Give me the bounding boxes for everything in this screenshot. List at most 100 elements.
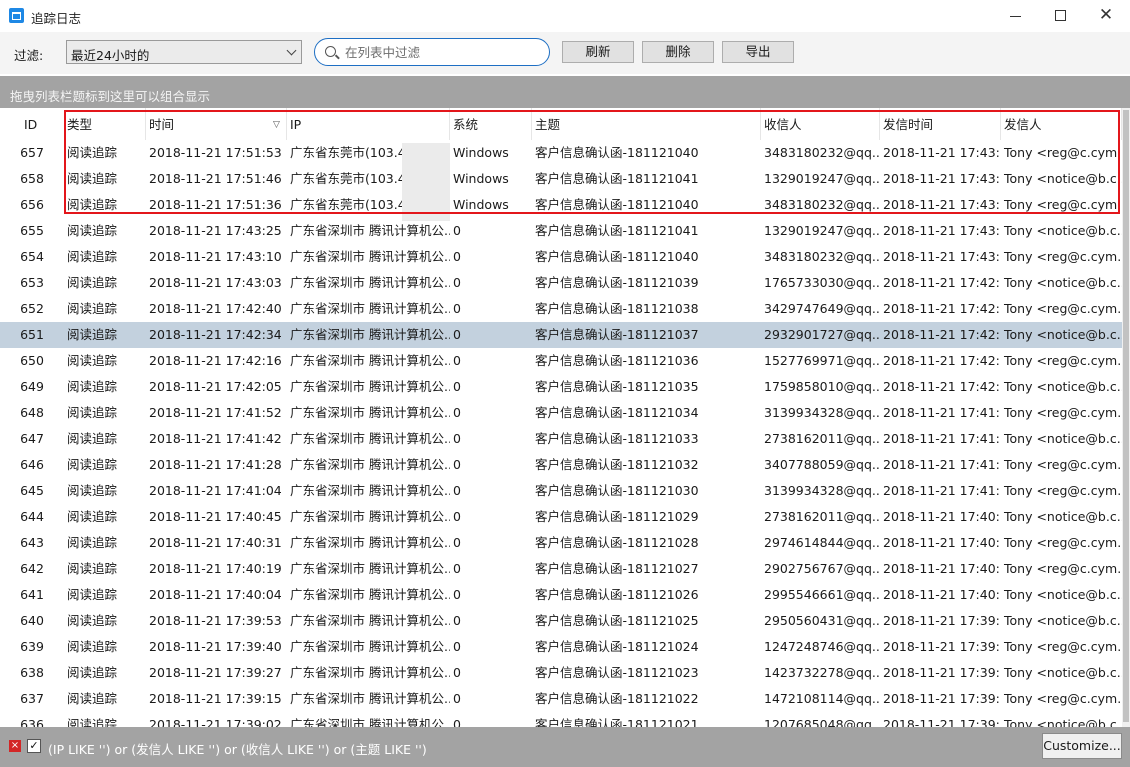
table-row[interactable]: 640 阅读追踪 2018-11-21 17:39:53 广东省深圳市 腾讯计算机公.… [0, 608, 1122, 634]
column-header-sender[interactable]: 发信人 [1001, 108, 1122, 140]
cell-system: 0 [453, 301, 461, 316]
cell-sender: Tony <notice@b.c... [1004, 613, 1122, 628]
table-row[interactable]: 641 阅读追踪 2018-11-21 17:40:04 广东省深圳市 腾讯计算机公.… [0, 582, 1122, 608]
cell-recipient: 2995546661@qq.... [764, 587, 880, 602]
table-row[interactable]: 650 阅读追踪 2018-11-21 17:42:16 广东省深圳市 腾讯计算机公.… [0, 348, 1122, 374]
cell-id: 658 [20, 171, 44, 186]
customize-button[interactable]: Customize... [1042, 733, 1122, 759]
cell-ip: 广东省深圳市 腾讯计算机公... [290, 639, 450, 654]
cell-ip: 广东省深圳市 腾讯计算机公... [290, 223, 450, 238]
cell-type: 阅读追踪 [67, 691, 118, 706]
cell-time: 2018-11-21 17:41:52 [149, 405, 282, 420]
table-row[interactable]: 639 阅读追踪 2018-11-21 17:39:40 广东省深圳市 腾讯计算机公.… [0, 634, 1122, 660]
table-row[interactable]: 651 阅读追踪 2018-11-21 17:42:34 广东省深圳市 腾讯计算机公.… [0, 322, 1122, 348]
cell-type: 阅读追踪 [67, 223, 118, 238]
table-row[interactable]: 648 阅读追踪 2018-11-21 17:41:52 广东省深圳市 腾讯计算机公.… [0, 400, 1122, 426]
cell-time: 2018-11-21 17:42:34 [149, 327, 282, 342]
cell-type: 阅读追踪 [67, 665, 118, 680]
column-header-send-time[interactable]: 发信时间 [880, 108, 1001, 140]
cell-time: 2018-11-21 17:40:04 [149, 587, 282, 602]
minimize-button[interactable] [993, 0, 1039, 32]
cell-type: 阅读追踪 [67, 379, 118, 394]
column-header-time[interactable]: 时间 ▽ [146, 108, 287, 140]
cell-subject: 客户信息确认函-181121037 [535, 327, 699, 342]
cell-system: 0 [453, 327, 461, 342]
filter-enabled-checkbox[interactable]: ✓ [27, 739, 41, 753]
cell-sender: Tony <reg@c.cym... [1004, 457, 1122, 472]
column-header-recipient[interactable]: 收信人 [761, 108, 880, 140]
table-row[interactable]: 637 阅读追踪 2018-11-21 17:39:15 广东省深圳市 腾讯计算机公.… [0, 686, 1122, 712]
table-row[interactable]: 658 阅读追踪 2018-11-21 17:51:46 广东省东莞市(103.45 W… [0, 166, 1122, 192]
column-header-subject[interactable]: 主题 [532, 108, 761, 140]
cell-subject: 客户信息确认函-181121030 [535, 483, 699, 498]
table-row[interactable]: 642 阅读追踪 2018-11-21 17:40:19 广东省深圳市 腾讯计算机公.… [0, 556, 1122, 582]
group-by-panel[interactable]: 拖曳列表栏题标到这里可以组合显示 [0, 76, 1130, 108]
cell-id: 640 [20, 613, 44, 628]
close-button[interactable]: ✕ [1083, 0, 1129, 32]
refresh-button[interactable]: 刷新 [562, 41, 634, 63]
table-row[interactable]: 643 阅读追踪 2018-11-21 17:40:31 广东省深圳市 腾讯计算机公.… [0, 530, 1122, 556]
cell-id: 651 [20, 327, 44, 342]
cell-sender: Tony <reg@c.cym... [1004, 249, 1122, 264]
table-row[interactable]: 652 阅读追踪 2018-11-21 17:42:40 广东省深圳市 腾讯计算机公.… [0, 296, 1122, 322]
column-header-system[interactable]: 系统 [450, 108, 532, 140]
vertical-scrollbar-thumb[interactable] [1123, 110, 1129, 722]
cell-system: 0 [453, 275, 461, 290]
cell-ip: 广东省深圳市 腾讯计算机公... [290, 613, 450, 628]
table-row[interactable]: 657 阅读追踪 2018-11-21 17:51:53 广东省东莞市(103.45 W… [0, 140, 1122, 166]
cell-system: 0 [453, 561, 461, 576]
export-button[interactable]: 导出 [722, 41, 794, 63]
table-row[interactable]: 638 阅读追踪 2018-11-21 17:39:27 广东省深圳市 腾讯计算机公.… [0, 660, 1122, 686]
cell-time: 2018-11-21 17:40:19 [149, 561, 282, 576]
cell-system: Windows [453, 145, 509, 160]
table-row[interactable]: 649 阅读追踪 2018-11-21 17:42:05 广东省深圳市 腾讯计算机公.… [0, 374, 1122, 400]
cell-recipient: 1207685048@qq.... [764, 717, 880, 727]
column-header-type[interactable]: 类型 [64, 108, 146, 140]
cell-subject: 客户信息确认函-181121040 [535, 145, 699, 160]
cell-type: 阅读追踪 [67, 613, 118, 628]
table-row[interactable]: 654 阅读追踪 2018-11-21 17:43:10 广东省深圳市 腾讯计算机公.… [0, 244, 1122, 270]
search-input[interactable] [345, 43, 541, 61]
cell-id: 657 [20, 145, 44, 160]
close-icon: ✕ [1098, 5, 1114, 25]
cell-send-time: 2018-11-21 17:40:... [883, 535, 1001, 550]
table-row[interactable]: 656 阅读追踪 2018-11-21 17:51:36 广东省东莞市(103.45 W… [0, 192, 1122, 218]
cell-id: 645 [20, 483, 44, 498]
cell-send-time: 2018-11-21 17:41:... [883, 431, 1001, 446]
cell-time: 2018-11-21 17:39:27 [149, 665, 282, 680]
column-header-ip[interactable]: IP [287, 108, 450, 140]
cell-id: 654 [20, 249, 44, 264]
toolbar: 过滤: 最近24小时的 刷新 删除 导出 [0, 32, 1130, 74]
table-row[interactable]: 636 阅读追踪 2018-11-21 17:39:02 广东省深圳市 腾讯计算机公.… [0, 712, 1122, 727]
table-row[interactable]: 644 阅读追踪 2018-11-21 17:40:45 广东省深圳市 腾讯计算机公.… [0, 504, 1122, 530]
filter-expression[interactable]: (IP LIKE '') or (发信人 LIKE '') or (收信人 LI… [48, 739, 427, 758]
table-row[interactable]: 645 阅读追踪 2018-11-21 17:41:04 广东省深圳市 腾讯计算机公.… [0, 478, 1122, 504]
cell-subject: 客户信息确认函-181121036 [535, 353, 699, 368]
maximize-button[interactable] [1038, 0, 1084, 32]
cell-type: 阅读追踪 [67, 509, 118, 524]
cell-send-time: 2018-11-21 17:43:... [883, 223, 1001, 238]
cell-recipient: 1329019247@qq.... [764, 223, 880, 238]
search-box[interactable] [314, 38, 550, 66]
grid-header: ID 类型 时间 ▽ IP 系统 主题 收信人 发信时间 发信人 [0, 108, 1122, 140]
cell-send-time: 2018-11-21 17:40:... [883, 561, 1001, 576]
table-row[interactable]: 653 阅读追踪 2018-11-21 17:43:03 广东省深圳市 腾讯计算机公.… [0, 270, 1122, 296]
column-header-id[interactable]: ID [0, 108, 64, 140]
cell-id: 643 [20, 535, 44, 550]
cell-ip: 广东省深圳市 腾讯计算机公... [290, 457, 450, 472]
cell-system: Windows [453, 171, 509, 186]
cell-system: 0 [453, 639, 461, 654]
cell-ip: 广东省深圳市 腾讯计算机公... [290, 561, 450, 576]
table-row[interactable]: 655 阅读追踪 2018-11-21 17:43:25 广东省深圳市 腾讯计算机公.… [0, 218, 1122, 244]
clear-filter-icon[interactable]: × [9, 740, 21, 752]
cell-subject: 客户信息确认函-181121038 [535, 301, 699, 316]
cell-send-time: 2018-11-21 17:43:... [883, 197, 1001, 212]
table-row[interactable]: 647 阅读追踪 2018-11-21 17:41:42 广东省深圳市 腾讯计算机公.… [0, 426, 1122, 452]
delete-button[interactable]: 删除 [642, 41, 714, 63]
cell-recipient: 3139934328@qq.... [764, 405, 880, 420]
table-row[interactable]: 646 阅读追踪 2018-11-21 17:41:28 广东省深圳市 腾讯计算机公.… [0, 452, 1122, 478]
time-filter-select[interactable]: 最近24小时的 [66, 40, 302, 64]
cell-ip: 广东省深圳市 腾讯计算机公... [290, 587, 450, 602]
cell-system: 0 [453, 691, 461, 706]
cell-subject: 客户信息确认函-181121027 [535, 561, 699, 576]
